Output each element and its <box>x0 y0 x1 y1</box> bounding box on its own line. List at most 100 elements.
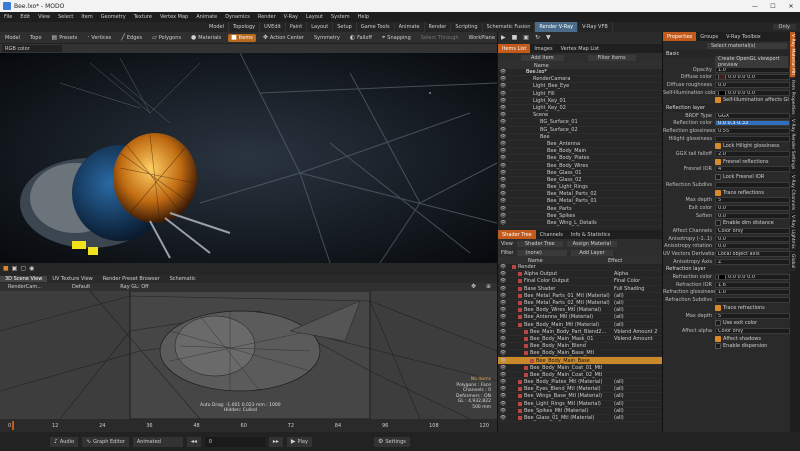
item-row[interactable]: 👁 Bee_Body_Wires <box>498 162 662 170</box>
item-row[interactable]: 👁 Bee_Parts <box>498 206 662 213</box>
property-value-field[interactable]: 4 <box>715 166 790 173</box>
visibility-eye-icon[interactable]: 👁 <box>498 148 508 154</box>
render-icon[interactable]: ■ <box>3 266 9 272</box>
property-value-field[interactable]: 5 <box>715 197 790 204</box>
visibility-eye-icon[interactable]: 👁 <box>498 83 508 89</box>
render-play-icon[interactable]: ▶ <box>501 35 506 41</box>
minimize-button[interactable]: — <box>746 3 764 10</box>
timeline-ruler[interactable]: 0 12 24 36 48 60 72 84 96 108 120 <box>0 419 497 432</box>
property-checkbox[interactable]: Self-Illumination affects GI <box>715 97 789 104</box>
assign-material-button[interactable]: Assign Material <box>566 240 617 247</box>
polygons-button[interactable]: ▱ Polygons <box>149 34 184 42</box>
visibility-eye-icon[interactable]: 👁 <box>498 278 508 284</box>
play-button[interactable]: ▶ Play <box>286 436 312 447</box>
menu-file[interactable]: File <box>0 14 16 20</box>
side-tab-v-ray-render-settings[interactable]: V-Ray Render Settings <box>790 117 795 173</box>
mode-tab-schematic-fusion[interactable]: Schematic Fusion <box>483 22 536 32</box>
mode-tab-uvedit[interactable]: UVEdit <box>260 22 286 32</box>
render-stop-icon[interactable]: ■ <box>512 35 518 41</box>
menu-vertex-map[interactable]: Vertex Map <box>156 14 192 20</box>
visibility-eye-icon[interactable]: 👁 <box>498 127 508 133</box>
item-row[interactable]: 👁 Light_Bee_Eye <box>498 83 662 91</box>
workplane-button[interactable]: WorkPlane <box>466 34 498 42</box>
mode-tab-game-tools[interactable]: Game Tools <box>357 22 395 32</box>
visibility-eye-icon[interactable]: 👁 <box>498 372 508 378</box>
refraction-layer-section[interactable]: Refraction layer <box>663 265 790 274</box>
close-button[interactable]: ✕ <box>782 3 800 10</box>
viewport-nav-icon[interactable]: ✥ <box>471 284 476 290</box>
item-row[interactable]: 👁 Light_Key_01 <box>498 98 662 105</box>
menu-help[interactable]: Help <box>354 14 373 20</box>
property-value-field[interactable]: 0.0 0.0 0.0 <box>715 74 790 81</box>
property-checkbox[interactable]: Enable dim distance <box>715 220 774 227</box>
visibility-eye-icon[interactable]: 👁 <box>498 401 508 407</box>
visibility-eye-icon[interactable]: 👁 <box>498 134 508 140</box>
visibility-eye-icon[interactable]: 👁 <box>498 206 508 212</box>
mode-tab-setup[interactable]: Setup <box>333 22 357 32</box>
props-tab-properties[interactable]: Properties <box>663 32 697 41</box>
visibility-eye-icon[interactable]: 👁 <box>498 155 508 161</box>
property-value-field[interactable]: 0.0 0.3 0.33 <box>715 120 790 127</box>
stop-icon[interactable]: ▣ <box>12 266 18 272</box>
item-row[interactable]: 👁 Bee.lxo* <box>498 69 662 77</box>
visibility-eye-icon[interactable]: 👁 <box>498 91 508 97</box>
model-mode-button[interactable]: Model <box>2 34 23 42</box>
item-row[interactable]: 👁 Bee_Wing_L_Details <box>498 220 662 228</box>
graph-editor-button[interactable]: ∿ Graph Editor <box>82 436 129 447</box>
shader-tab-info-statistics[interactable]: Info & Statistics <box>567 230 614 239</box>
menu-item[interactable]: Item <box>77 14 96 20</box>
visibility-eye-icon[interactable]: 👁 <box>498 264 508 270</box>
side-tab-v-ray-lightmix[interactable]: V-Ray Lightmix <box>790 213 795 252</box>
render-mode-dropdown[interactable]: RGB color <box>2 45 62 52</box>
props-tab-v-ray-toolbox[interactable]: V-Ray Toolbox <box>722 32 765 41</box>
menu-select[interactable]: Select <box>54 14 77 20</box>
shader-row[interactable]: 👁 Bee_Glass_01_Mtl (Material) (all) <box>498 415 662 423</box>
item-row[interactable]: 👁 Bee_Body_Main <box>498 148 662 156</box>
visibility-eye-icon[interactable]: 👁 <box>498 69 508 75</box>
falloff-button[interactable]: ◐ Falloff <box>347 34 375 42</box>
menu-view[interactable]: View <box>34 14 54 20</box>
property-value-field[interactable]: 0.0 <box>715 243 790 250</box>
raygl-dropdown[interactable]: Ray GL: Off <box>120 284 148 290</box>
item-row[interactable]: 👁 Bee_Light_Rings <box>498 184 662 192</box>
visibility-eye-icon[interactable]: 👁 <box>498 184 508 190</box>
property-checkbox[interactable]: Lock Hilight glossiness <box>715 143 780 150</box>
items-tab-vertex-map-list[interactable]: Vertex Map List <box>557 44 604 53</box>
select-through-button[interactable]: Select Through <box>418 34 462 42</box>
materials-button[interactable]: ● Materials <box>188 34 224 42</box>
items-button[interactable]: ■ Items <box>228 33 256 42</box>
shader-row[interactable]: 👁 Bee_Body_Main_Mtl (Material) (all) <box>498 322 662 329</box>
item-row[interactable]: 👁 Bee_Glass_01 <box>498 170 662 177</box>
property-value-field[interactable]: 0.0 <box>715 212 790 219</box>
visibility-eye-icon[interactable]: 👁 <box>498 286 508 292</box>
item-row[interactable]: 👁 Bee_Glass_02 <box>498 177 662 184</box>
item-row[interactable]: 👁 Bee_Antenna <box>498 141 662 149</box>
shader-filter-dropdown[interactable]: (none) <box>517 249 568 256</box>
shader-row[interactable]: 👁 Bee_Body_Wires_Mtl (Material) (all) <box>498 307 662 315</box>
property-value-field[interactable]: 5 <box>715 312 790 319</box>
items-tab-items-list[interactable]: Items List <box>498 44 531 53</box>
property-value-field[interactable]: 0.55 <box>715 128 790 135</box>
viewport-tab-render-preset-browser[interactable]: Render Preset Browser <box>98 276 165 282</box>
item-row[interactable]: 👁 RenderCamera <box>498 76 662 84</box>
render-region-icon[interactable]: ▣ <box>523 35 529 41</box>
region-icon[interactable]: ▢ <box>20 266 26 272</box>
shader-row[interactable]: 👁 Alpha Output Alpha <box>498 271 662 279</box>
audio-button[interactable]: ♪ Audio <box>50 436 79 447</box>
visibility-eye-icon[interactable]: 👁 <box>498 170 508 176</box>
shader-row[interactable]: 👁 Bee_Metal_Parts_02_Mtl (Material) (all) <box>498 300 662 308</box>
props-tab-groups[interactable]: Groups <box>696 32 722 41</box>
shader-row[interactable]: 👁 Bee_Main_Body_Part_Blend2... Vblend Amou… <box>498 329 662 336</box>
property-value-field[interactable]: Z <box>715 258 790 265</box>
settings-button[interactable]: ⚙ Settings <box>373 436 410 447</box>
shader-row[interactable]: 👁 Bee_Body_Main_Blend <box>498 343 662 351</box>
visibility-eye-icon[interactable]: 👁 <box>498 307 508 313</box>
menu-animate[interactable]: Animate <box>192 14 221 20</box>
property-checkbox[interactable]: Fresnel reflections <box>715 158 769 165</box>
visibility-eye-icon[interactable]: 👁 <box>498 112 508 118</box>
layout-dropdown[interactable]: Only <box>772 24 796 30</box>
shader-row[interactable]: 👁 Bee_Spikes_Mtl (Material) (all) <box>498 408 662 415</box>
side-tab-v-ray-material-mtl[interactable]: V-Ray Material Mtl <box>790 32 795 78</box>
visibility-eye-icon[interactable]: 👁 <box>498 98 508 104</box>
shader-row[interactable]: 👁 Bee_Light_Rings_Mtl (Material) (all) <box>498 401 662 408</box>
